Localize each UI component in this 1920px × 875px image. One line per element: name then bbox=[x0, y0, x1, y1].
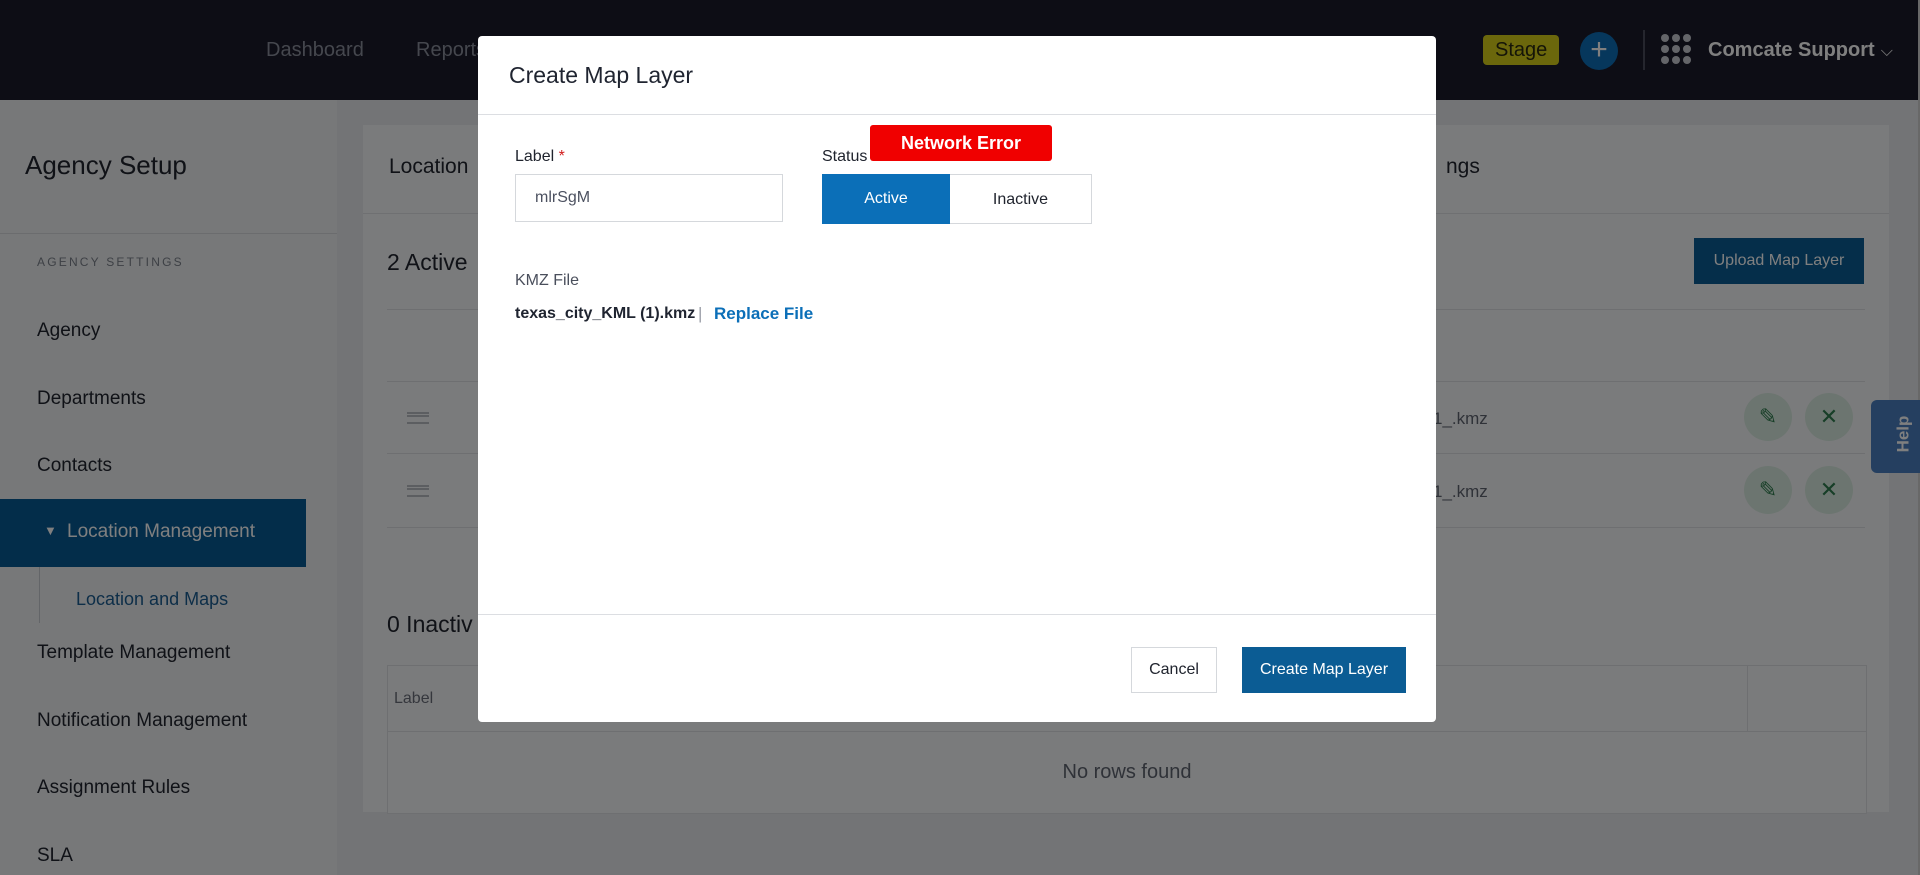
kmz-file-label: KMZ File bbox=[515, 272, 579, 289]
replace-file-link[interactable]: Replace File bbox=[714, 304, 813, 324]
label-field-label: Label * bbox=[515, 148, 565, 166]
uploaded-file-name: texas_city_KML (1).kmz bbox=[515, 305, 696, 322]
label-input[interactable] bbox=[515, 174, 783, 222]
file-separator: | bbox=[698, 304, 703, 323]
network-error-toast: Network Error bbox=[870, 125, 1052, 161]
dialog-title: Create Map Layer bbox=[509, 62, 694, 88]
label-field-text: Label bbox=[515, 148, 555, 165]
status-inactive-option[interactable]: Inactive bbox=[950, 174, 1092, 224]
status-active-option[interactable]: Active bbox=[822, 174, 950, 224]
required-marker: * bbox=[558, 148, 565, 165]
create-map-layer-dialog: Create Map Layer Label * Status Active I… bbox=[478, 36, 1436, 722]
status-field-label: Status bbox=[822, 148, 868, 165]
cancel-button[interactable]: Cancel bbox=[1131, 647, 1217, 693]
dialog-footer-divider bbox=[478, 614, 1436, 615]
create-map-layer-button[interactable]: Create Map Layer bbox=[1242, 647, 1406, 693]
dialog-header-divider bbox=[478, 114, 1436, 115]
